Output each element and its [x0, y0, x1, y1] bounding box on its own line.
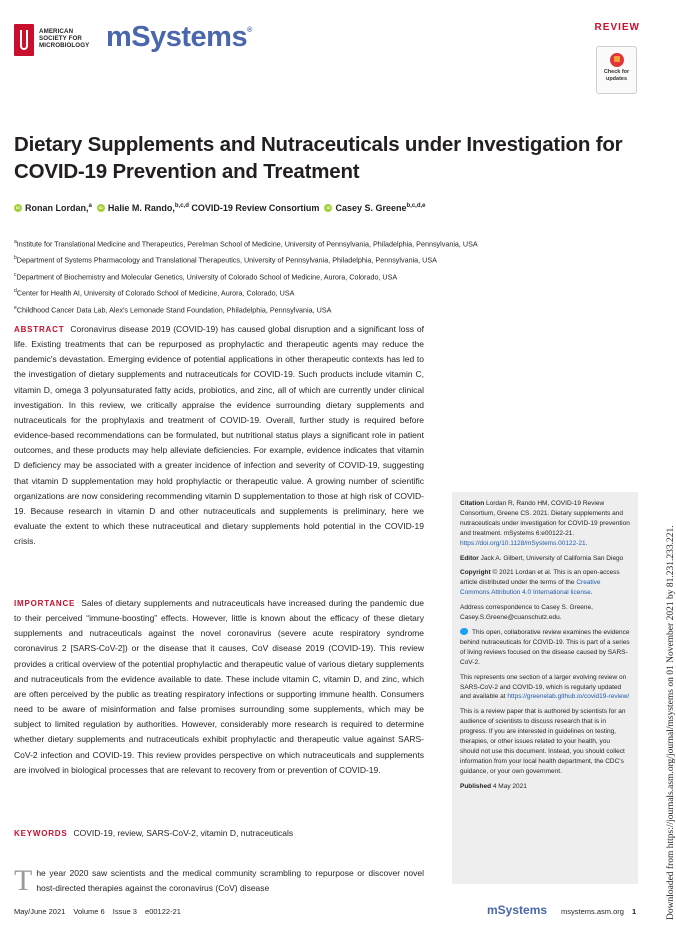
bookmark-icon — [609, 53, 624, 67]
editor-text: Jack A. Gilbert, University of Californi… — [480, 554, 624, 562]
keywords-text: COVID-19, review, SARS-CoV-2, vitamin D,… — [73, 828, 294, 838]
author-name[interactable]: Casey S. Greene — [335, 203, 406, 213]
download-note: Downloaded from https://journals.asm.org… — [654, 500, 676, 920]
registered-mark-icon: ® — [247, 27, 252, 34]
article-type: REVIEW — [594, 22, 640, 33]
affiliation-text: Department of Biochemistry and Molecular… — [16, 272, 398, 282]
abstract-label: ABSTRACT — [14, 325, 65, 334]
section-note: This represents one section of a larger … — [460, 673, 630, 703]
affiliation: aInstitute for Translational Medicine an… — [14, 235, 478, 251]
intro-paragraph: The year 2020 saw scientists and the med… — [14, 866, 424, 896]
footer-issue-info: May/June 2021 Volume 6 Issue 3 e00122-21 — [14, 907, 187, 916]
citation-block: Citation Lordan R, Rando HM, COVID-19 Re… — [460, 500, 630, 547]
editor-block: Editor Jack A. Gilbert, University of Ca… — [460, 554, 630, 564]
affiliation-list: aInstitute for Translational Medicine an… — [14, 235, 478, 317]
twitter-icon[interactable] — [460, 627, 468, 635]
affiliation-text: Institute for Translational Medicine and… — [16, 239, 478, 249]
abstract-text: Coronavirus disease 2019 (COVID-19) has … — [14, 324, 424, 547]
citation-text: Lordan R, Rando HM, COVID-19 Review Cons… — [460, 500, 630, 537]
author-name[interactable]: Ronan Lordan, — [25, 203, 89, 213]
author-name[interactable]: COVID-19 Review Consortium — [191, 203, 319, 213]
published-block: Published 4 May 2021 — [460, 782, 630, 792]
importance-text: Sales of dietary supplements and nutrace… — [14, 598, 424, 775]
drop-cap: T — [14, 864, 33, 897]
article-title: Dietary Supplements and Nutraceuticals u… — [14, 133, 623, 183]
copyright-label: Copyright — [460, 569, 491, 577]
orcid-icon[interactable] — [96, 204, 105, 212]
tweet-text: This open, collaborative review examines… — [460, 628, 630, 666]
author-affil-mark: b,c,d — [174, 203, 189, 209]
importance-label: IMPORTANCE — [14, 599, 76, 608]
doi-link[interactable]: https://doi.org/10.1128/mSystems.00122-2… — [460, 540, 586, 547]
asm-logo-line: MICROBIOLOGY — [39, 42, 90, 50]
keywords-section: KEYWORDS COVID-19, review, SARS-CoV-2, vi… — [14, 826, 424, 841]
importance-section: IMPORTANCE Sales of dietary supplements a… — [14, 596, 424, 778]
author-affil-mark: a — [88, 203, 92, 209]
orcid-icon[interactable] — [14, 204, 22, 212]
check-updates-line: updates — [605, 75, 628, 82]
citation-label: Citation — [460, 500, 485, 507]
orcid-icon[interactable] — [324, 204, 333, 212]
footer-article-id: e00122-21 — [145, 907, 181, 916]
affiliation-text: Center for Health AI, University of Colo… — [16, 288, 295, 298]
footer-issue-number: Issue 3 — [112, 907, 137, 916]
asm-logo-line: AMERICAN — [39, 28, 74, 35]
intro-text: he year 2020 saw scientists and the medi… — [36, 868, 424, 893]
journal-logo: mSystems® — [106, 21, 252, 61]
asm-flask-icon — [14, 24, 34, 56]
affiliation: eChildhood Cancer Data Lab, Alex's Lemon… — [14, 301, 478, 317]
article-info-sidebar: Citation Lordan R, Rando HM, COVID-19 Re… — [452, 492, 638, 884]
published-label: Published — [460, 782, 492, 790]
author-affil-mark: b,c,d,e — [406, 203, 426, 209]
author-name[interactable]: Halie M. Rando, — [108, 203, 175, 213]
footer-volume: Volume 6 — [73, 907, 105, 916]
author-list: Ronan Lordan,a Halie M. Rando,b,c,d COVI… — [14, 203, 426, 213]
affiliation: bDepartment of Systems Pharmacology and … — [14, 251, 478, 267]
journal-logo-text: mSystems — [106, 21, 248, 53]
published-date: 4 May 2021 — [492, 782, 527, 790]
review-link[interactable]: https://greenelab.github.io/covid19-revi… — [507, 693, 629, 700]
asm-logo-line: SOCIETY FOR — [39, 35, 82, 43]
affiliation-text: Childhood Cancer Data Lab, Alex's Lemona… — [16, 304, 332, 314]
copyright-block: Copyright © 2021 Lordan et al. This is a… — [460, 569, 620, 597]
tweet-block: This open, collaborative review examines… — [460, 627, 630, 668]
correspondence: Address correspondence to Casey S. Green… — [460, 604, 593, 622]
affiliation: dCenter for Health AI, University of Col… — [14, 284, 478, 300]
abstract-section: ABSTRACT Coronavirus disease 2019 (COVID-… — [14, 322, 424, 549]
check-for-updates-button[interactable]: Check for updates — [596, 46, 637, 94]
affiliation-text: Department of Systems Pharmacology and T… — [16, 255, 437, 265]
page-number: 1 — [632, 907, 637, 916]
footer-url[interactable]: msystems.asm.org — [561, 907, 624, 916]
keywords-label: KEYWORDS — [14, 829, 68, 838]
affiliation: cDepartment of Biochemistry and Molecula… — [14, 268, 478, 284]
download-note-text: Downloaded from https://journals.asm.org… — [666, 525, 676, 920]
footer-issue: May/June 2021 — [14, 907, 66, 916]
disclaimer: This is a review paper that is authored … — [460, 708, 626, 775]
footer-journal-logo: mSystems — [487, 903, 548, 917]
asm-logo: AMERICAN SOCIETY FOR MICROBIOLOGY — [14, 22, 104, 62]
editor-label: Editor — [460, 554, 479, 562]
